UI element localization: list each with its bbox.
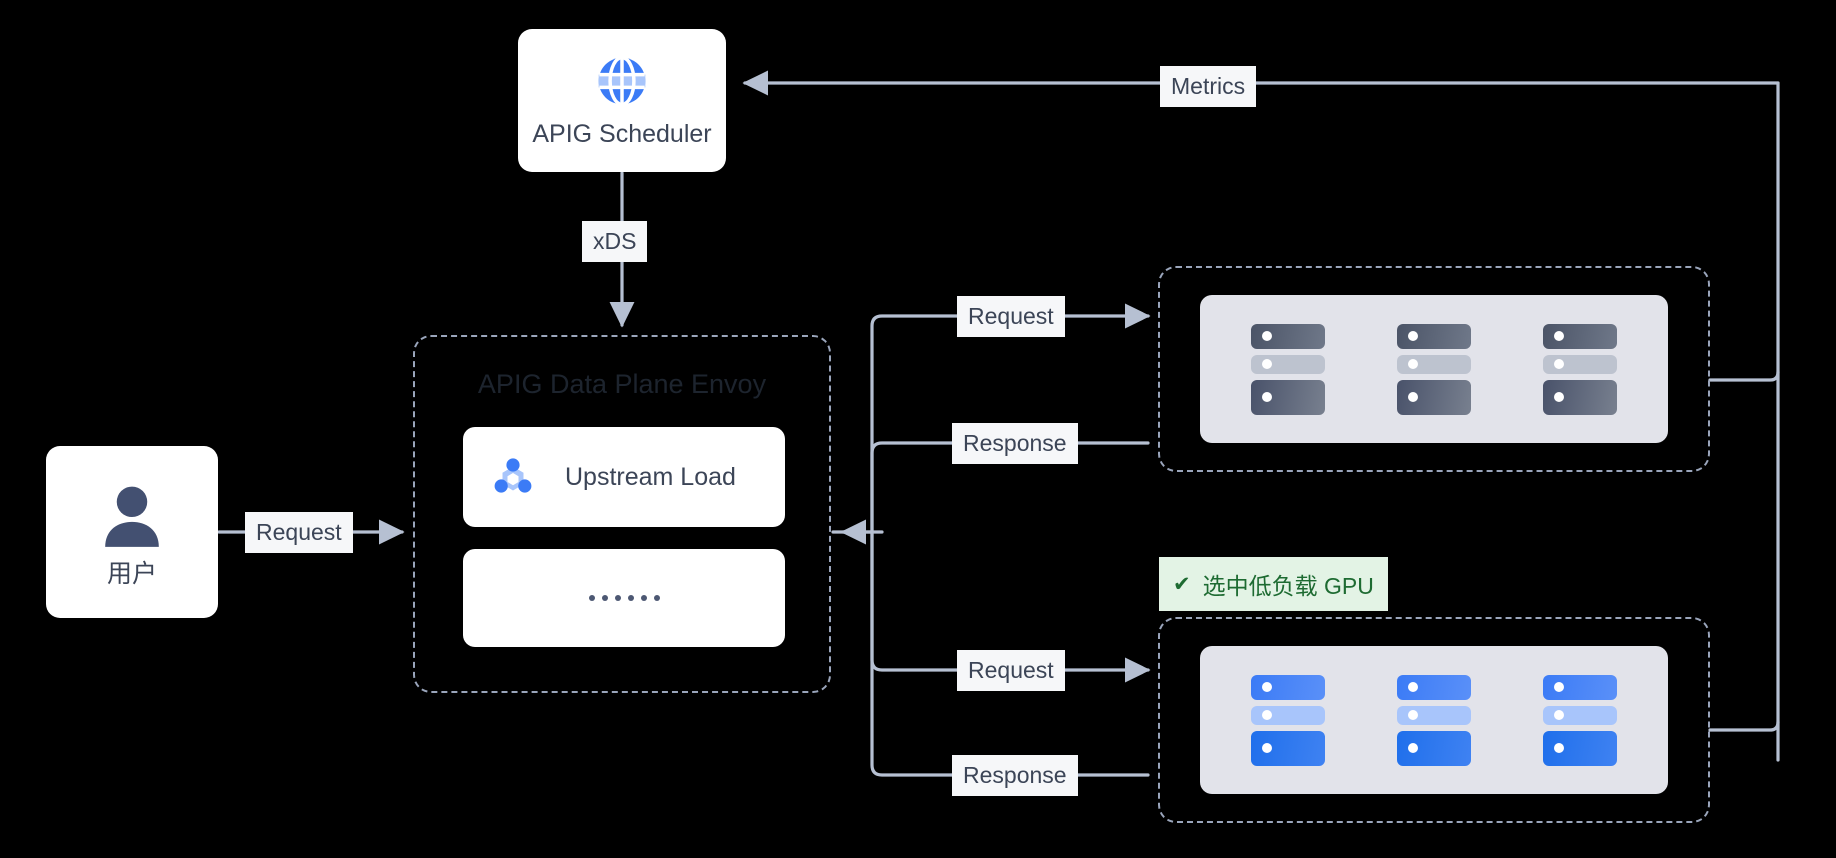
user-icon bbox=[93, 475, 171, 553]
gpu-server bbox=[1251, 323, 1325, 415]
gpu-server bbox=[1251, 674, 1325, 766]
status-badge-label: 选中低负载 GPU bbox=[1202, 573, 1374, 599]
apig-data-plane-envoy-container: APIG Data Plane Envoy Upstream Load bbox=[413, 335, 831, 693]
envoy-item-upstream-load[interactable]: Upstream Load bbox=[463, 427, 785, 527]
edge-label-top-response: Response bbox=[952, 423, 1078, 464]
user-label: 用户 bbox=[106, 560, 157, 588]
gpu-cluster-inner bbox=[1200, 295, 1668, 443]
gpu-server bbox=[1397, 674, 1471, 766]
gpu-server bbox=[1397, 323, 1471, 415]
globe-icon bbox=[594, 53, 650, 109]
idle-gpu-cluster[interactable] bbox=[1158, 266, 1710, 472]
edge-label-bottom-request: Request bbox=[957, 650, 1065, 691]
user-node[interactable]: 用户 bbox=[46, 446, 218, 618]
check-icon: ✔ bbox=[1173, 572, 1191, 596]
selected-gpu-cluster[interactable] bbox=[1158, 617, 1710, 823]
edge-label-metrics: Metrics bbox=[1160, 66, 1257, 107]
metrics-from-top-cluster bbox=[1708, 370, 1780, 382]
ellipsis-icon bbox=[588, 595, 660, 601]
edge-label-user-request: Request bbox=[245, 512, 353, 553]
diagram-canvas: APIG Scheduler 用户 APIG Data Plane Envoy bbox=[0, 0, 1836, 858]
envoy-item-label: Upstream Load bbox=[565, 462, 736, 491]
metrics-from-bottom-cluster bbox=[1708, 720, 1780, 732]
envoy-item-more[interactable] bbox=[463, 549, 785, 647]
edge-label-top-request: Request bbox=[957, 296, 1065, 337]
cluster-nodes-icon bbox=[489, 453, 537, 501]
gpu-server bbox=[1543, 323, 1617, 415]
edge-label-bottom-response: Response bbox=[952, 755, 1078, 796]
envoy-title: APIG Data Plane Envoy bbox=[477, 369, 767, 399]
apig-scheduler-node[interactable]: APIG Scheduler bbox=[518, 29, 726, 172]
edge-label-xds: xDS bbox=[582, 221, 648, 262]
gpu-cluster-inner bbox=[1200, 646, 1668, 794]
gpu-server bbox=[1543, 674, 1617, 766]
status-badge-selected-gpu: ✔ 选中低负载 GPU bbox=[1159, 557, 1388, 611]
apig-scheduler-label: APIG Scheduler bbox=[532, 119, 712, 148]
